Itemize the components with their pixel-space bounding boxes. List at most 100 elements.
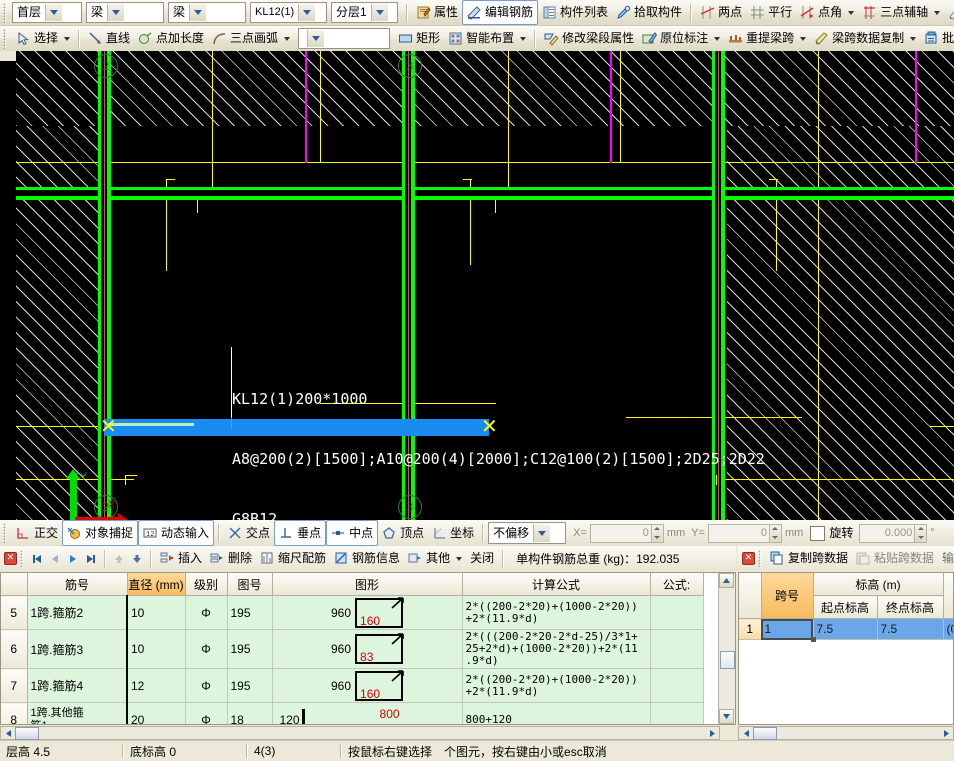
toolbar-grip[interactable] <box>3 29 10 49</box>
scroll-down-icon[interactable] <box>719 709 734 724</box>
move-up-button[interactable] <box>110 550 128 568</box>
chevron-down-icon[interactable] <box>800 37 806 41</box>
col-shape[interactable]: 图形 <box>272 573 462 596</box>
cell-extra[interactable]: (0 <box>943 619 954 640</box>
two-point-button[interactable]: 两点 <box>696 1 746 24</box>
scroll-left-icon[interactable] <box>1 727 15 739</box>
component-list-button[interactable]: 构件列表 <box>538 1 612 24</box>
col-extra[interactable] <box>943 573 954 619</box>
chevron-down-icon[interactable] <box>934 11 940 15</box>
cell-start-elev[interactable]: 7.5 <box>813 619 877 640</box>
col-blank[interactable] <box>1 573 27 596</box>
table-row[interactable]: 1 1 7.5 7.5 (0 <box>739 619 954 640</box>
col-blank[interactable] <box>739 573 761 619</box>
chevron-down-icon[interactable] <box>520 37 526 41</box>
col-end-elev[interactable]: 终点标高 <box>877 596 943 619</box>
combo-floor[interactable]: 首层 <box>12 2 82 23</box>
close-button[interactable]: 关闭 <box>466 547 498 570</box>
rebar-grid-vscrollbar[interactable] <box>718 573 735 724</box>
line-button[interactable]: 直线 <box>84 27 134 50</box>
modify-beam-seg-button[interactable]: 修改梁段属性 <box>540 27 638 50</box>
chevron-down-icon[interactable] <box>848 11 854 15</box>
chevron-down-icon[interactable] <box>456 557 462 561</box>
span-grid[interactable]: 跨号 标高 (m) 起点标高 终点标高 1 1 7.5 <box>738 572 954 725</box>
cell-shape[interactable]: 960 160 <box>272 596 462 630</box>
last-record-button[interactable] <box>82 550 100 568</box>
three-point-arc-button[interactable]: 三点画弧 <box>208 27 294 50</box>
vertex-button[interactable]: 顶点 <box>378 521 428 545</box>
toolbar-grip[interactable] <box>3 3 10 23</box>
object-snap-button[interactable]: 对象捕捉 <box>62 520 138 546</box>
rotate-input[interactable]: 0.000 <box>859 524 915 543</box>
insert-button[interactable]: 插入 <box>156 547 206 570</box>
cell-shape[interactable]: 960 83 <box>272 630 462 669</box>
first-record-button[interactable] <box>28 550 46 568</box>
beam-endpoint-end[interactable]: ✕ <box>481 420 498 434</box>
col-span-no[interactable]: 跨号 <box>761 573 813 619</box>
copy-span-data-button[interactable]: 梁跨数据复制 <box>810 27 920 50</box>
rotate-spinner[interactable] <box>915 524 927 543</box>
perpendicular-button[interactable]: 垂点 <box>274 520 326 546</box>
parallel-button[interactable]: 平行 <box>746 1 796 24</box>
cell-grade[interactable]: Φ <box>185 669 227 703</box>
cell-formula2[interactable] <box>650 596 703 630</box>
col-figure-no[interactable]: 图号 <box>227 573 272 596</box>
cell-span-no[interactable]: 1 <box>761 619 813 640</box>
scroll-thumb[interactable] <box>753 727 777 740</box>
point-angle-button[interactable]: 点角 <box>796 1 858 24</box>
selected-beam-kl12[interactable] <box>104 419 489 436</box>
x-spinner[interactable] <box>652 524 664 543</box>
copy-span-data-pane-button[interactable]: 复制跨数据 <box>766 547 852 570</box>
cad-canvas[interactable]: 2 3 2 3 KL12(1)200*1000 A8@200(2)[1500];… <box>0 51 954 520</box>
chevron-down-icon[interactable] <box>371 4 388 21</box>
chevron-down-icon[interactable] <box>714 37 720 41</box>
y-spinner[interactable] <box>770 524 782 543</box>
smart-layout-button[interactable]: 智能布置 <box>444 27 530 50</box>
scroll-right-icon[interactable] <box>705 727 719 739</box>
cell-end-elev[interactable]: 7.5 <box>877 619 943 640</box>
combo-category[interactable]: 梁 <box>86 2 164 23</box>
snapbar-grip[interactable] <box>3 523 10 543</box>
re-extract-span-button[interactable]: 重提梁跨 <box>724 27 810 50</box>
combo-draw-mode[interactable] <box>298 28 390 49</box>
cell-formula2[interactable] <box>650 630 703 669</box>
chevron-down-icon[interactable] <box>45 4 62 21</box>
scroll-right-icon[interactable] <box>939 727 953 739</box>
cell-rebar-no[interactable]: 1跨.其他箍 筋1 <box>27 703 127 726</box>
cell-formula[interactable]: 2*((200-2*20)+(1000-2*20)) +2*(11.9*d) <box>462 669 650 703</box>
move-down-button[interactable] <box>128 550 146 568</box>
pick-component-button[interactable]: 拾取构件 <box>612 1 686 24</box>
col-formula[interactable]: 计算公式 <box>462 573 650 596</box>
scroll-thumb[interactable] <box>15 727 39 740</box>
x-input[interactable]: 0 <box>590 524 652 543</box>
cell-formula[interactable]: 2*((200-2*20)+(1000-2*20)) +2*(11.9*d) <box>462 596 650 630</box>
combo-type[interactable]: 梁 <box>168 2 246 23</box>
cell-diameter[interactable]: 12 <box>127 669 185 703</box>
span-grid-hscrollbar[interactable] <box>738 726 954 740</box>
y-input[interactable]: 0 <box>708 524 770 543</box>
scale-rebar-button[interactable]: 缩尺配筋 <box>256 547 330 570</box>
col-grade[interactable]: 级别 <box>185 573 227 596</box>
prev-record-button[interactable] <box>46 550 64 568</box>
combo-component[interactable]: KL12(1) <box>250 2 327 23</box>
offset-mode-combo[interactable]: 不偏移 <box>488 522 566 544</box>
dynamic-input-button[interactable]: 12 动态输入 <box>138 520 214 546</box>
col-rebar-no[interactable]: 筋号 <box>27 573 127 596</box>
scroll-thumb[interactable] <box>720 651 735 669</box>
other-button[interactable]: 其他 <box>404 547 466 570</box>
point-length-button[interactable]: 点加长度 <box>134 27 208 50</box>
intersection-button[interactable]: 交点 <box>224 521 274 545</box>
select-button[interactable]: 选择 <box>12 27 74 50</box>
original-annotation-button[interactable]: 原位标注 <box>638 27 724 50</box>
combo-layer[interactable]: 分层1 <box>331 2 398 23</box>
close-icon[interactable]: ✕ <box>4 552 17 565</box>
cell-figure-no[interactable]: 195 <box>227 669 272 703</box>
chevron-down-icon[interactable] <box>284 37 290 41</box>
cell-shape[interactable]: 960 160 <box>272 669 462 703</box>
chevron-down-icon[interactable] <box>307 30 324 47</box>
cell-figure-no[interactable]: 18 <box>227 703 272 726</box>
cell-shape[interactable]: 120 800 <box>272 703 462 726</box>
delete-axis-button[interactable]: 删 <box>944 1 954 24</box>
table-row[interactable]: 5 1跨.箍筋2 10 Φ 195 960 160 <box>1 596 703 630</box>
cell-figure-no[interactable]: 195 <box>227 630 272 669</box>
